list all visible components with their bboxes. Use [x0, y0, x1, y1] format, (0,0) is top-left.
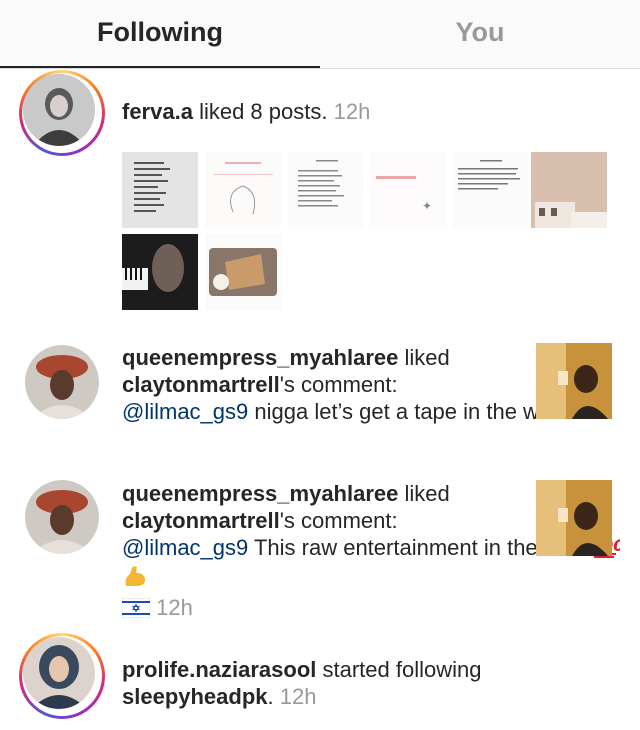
post-thumbnail[interactable]: [205, 234, 281, 310]
avatar-prolife-naziarasool[interactable]: [19, 633, 105, 719]
target-username-link[interactable]: sleepyheadpk: [122, 684, 268, 709]
avatar-queenempress[interactable]: [25, 480, 99, 554]
svg-text:✦: ✦: [422, 199, 432, 213]
username-link[interactable]: ferva.a: [122, 99, 193, 124]
tab-following[interactable]: Following: [0, 14, 320, 50]
username-link[interactable]: queenempress_myahlaree: [122, 481, 398, 506]
post-thumbnail[interactable]: [536, 343, 612, 419]
timestamp: 12h: [156, 595, 193, 620]
post-thumbnail[interactable]: [122, 234, 198, 310]
tab-you[interactable]: You: [320, 14, 640, 50]
post-thumbnail[interactable]: [288, 152, 364, 228]
flexed-biceps-emoji-icon: [122, 564, 148, 594]
timestamp: 12h: [333, 99, 371, 124]
mention-link[interactable]: @lilmac_gs9: [122, 399, 248, 424]
post-thumbnail[interactable]: ✦: [370, 152, 446, 228]
username-link[interactable]: queenempress_myahlaree: [122, 345, 398, 370]
notification-text: prolife.naziarasool started following sl…: [122, 657, 482, 709]
avatar-ferva[interactable]: [19, 70, 105, 156]
post-thumbnail[interactable]: [536, 480, 612, 556]
post-thumbnail[interactable]: [205, 152, 281, 228]
comment-text: nigga let’s get a tape in the work: [248, 399, 570, 424]
avatar-queenempress[interactable]: [25, 345, 99, 419]
activity-tabs: Following You: [0, 0, 640, 69]
post-thumbnail[interactable]: [122, 152, 198, 228]
israel-flag-emoji-icon: [121, 597, 151, 624]
target-username-link[interactable]: claytonmartrell: [122, 372, 280, 397]
mention-link[interactable]: @lilmac_gs9: [122, 535, 248, 560]
post-thumbnail[interactable]: [452, 152, 528, 228]
timestamp: 12h: [279, 684, 317, 709]
active-tab-indicator: [0, 66, 320, 68]
notification-text: ferva.a liked 8 posts. 12h: [122, 99, 371, 124]
username-link[interactable]: prolife.naziarasool: [122, 657, 316, 682]
target-username-link[interactable]: claytonmartrell: [122, 508, 280, 533]
post-thumbnail[interactable]: [531, 152, 607, 228]
